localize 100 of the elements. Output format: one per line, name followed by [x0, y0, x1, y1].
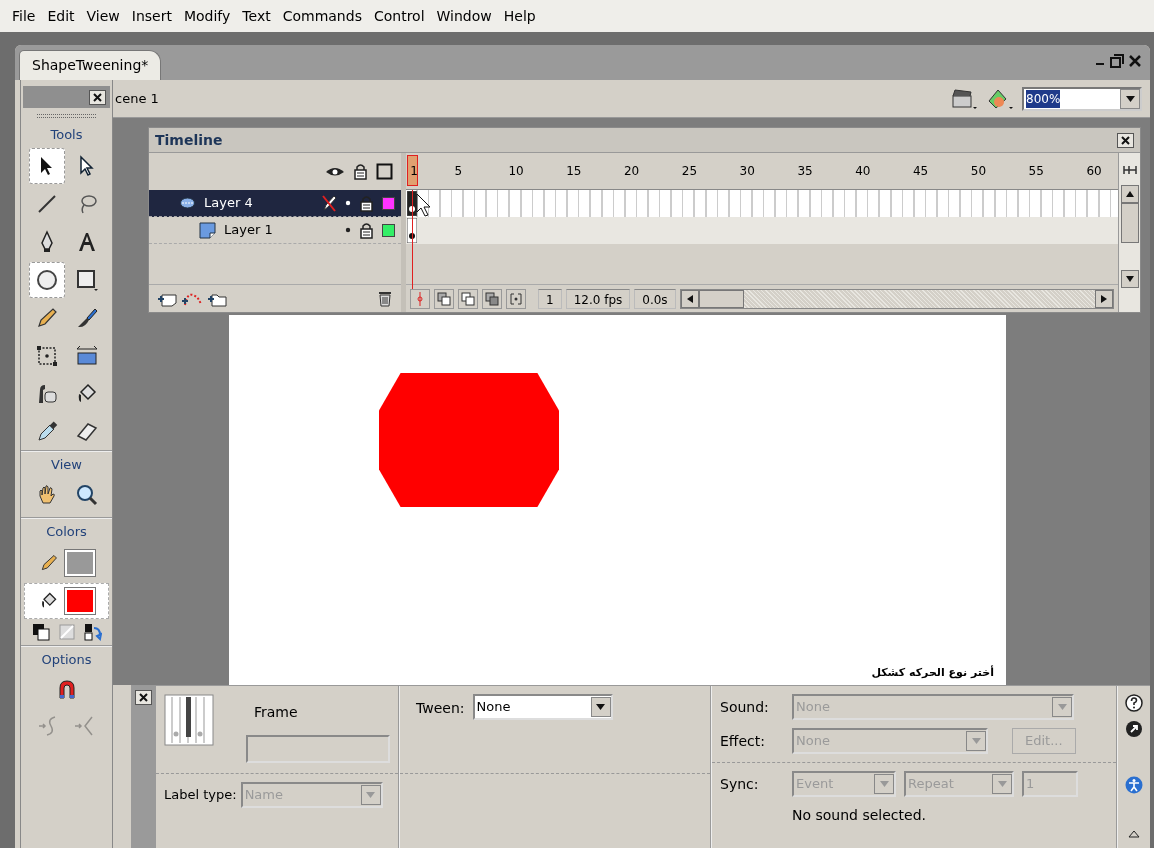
- layer-name: Layer 4: [204, 194, 253, 213]
- close-button[interactable]: [135, 690, 152, 705]
- close-button[interactable]: [1117, 132, 1134, 148]
- field-label: Frame: [254, 703, 299, 722]
- tween-dropdown[interactable]: None: [472, 694, 613, 720]
- frame-number: 35: [797, 163, 813, 180]
- onion-markers-icon[interactable]: [506, 288, 526, 309]
- field-label: Sync:: [720, 774, 760, 794]
- trash-icon[interactable]: [377, 290, 393, 307]
- scene-label: cene 1: [115, 89, 159, 108]
- lock-icon[interactable]: [353, 163, 368, 180]
- default-colors-icon[interactable]: [31, 622, 50, 641]
- menu-item[interactable]: Insert: [125, 0, 178, 33]
- close-icon[interactable]: [1128, 54, 1142, 68]
- edit-multiple-frames-icon[interactable]: [482, 288, 502, 309]
- timeline-center-icon[interactable]: [1121, 163, 1138, 177]
- dropdown-caret-icon[interactable]: [1125, 95, 1135, 102]
- layer-row[interactable]: Layer 1: [149, 217, 401, 244]
- expand-icon[interactable]: [1128, 830, 1140, 838]
- field-label: Tween:: [416, 699, 465, 718]
- close-button[interactable]: [89, 89, 106, 105]
- menu-item[interactable]: Text: [236, 0, 277, 33]
- close-icon: [139, 693, 148, 702]
- mouse-cursor-icon: [416, 193, 432, 217]
- panel-title: Timeline: [155, 130, 223, 150]
- layer-icon: [199, 221, 216, 239]
- menu-item[interactable]: Window: [430, 0, 498, 33]
- fill-color-row[interactable]: [24, 582, 109, 619]
- zoom-field[interactable]: 800%: [1022, 86, 1142, 111]
- menu-item[interactable]: File: [6, 0, 42, 33]
- dropdown-caret-icon[interactable]: [596, 704, 605, 710]
- frame-number: 55: [1028, 163, 1044, 180]
- scroll-down-icon[interactable]: [1125, 276, 1134, 282]
- layer-color-square[interactable]: [382, 196, 395, 210]
- frame-label-field[interactable]: [246, 735, 390, 763]
- close-icon: [93, 92, 102, 102]
- frame-number: 1: [410, 163, 418, 180]
- outline-icon[interactable]: [376, 163, 393, 180]
- field-label: Label type:: [164, 786, 237, 805]
- panel-grip[interactable]: [37, 114, 96, 118]
- horizontal-scrollbar[interactable]: [679, 288, 1114, 309]
- menu-item[interactable]: Modify: [177, 0, 237, 33]
- layer-name: Layer 1: [224, 221, 273, 240]
- section-title: View: [50, 455, 83, 474]
- clapperboard-icon[interactable]: [950, 86, 978, 111]
- field-label: Effect:: [720, 731, 766, 751]
- gradient-transform-icon: [74, 343, 99, 368]
- scroll-thumb[interactable]: [698, 289, 744, 308]
- frame-number: 30: [739, 163, 755, 180]
- oval-tool-icon: [34, 267, 59, 292]
- menu-item[interactable]: Edit: [41, 0, 81, 33]
- scroll-right-icon[interactable]: [1101, 294, 1107, 303]
- menu-item[interactable]: Commands: [276, 0, 368, 33]
- lock-icon[interactable]: [359, 194, 374, 212]
- frame-number: 50: [970, 163, 987, 180]
- fill-color-swatch[interactable]: [64, 587, 95, 614]
- arrow-pointer-tool[interactable]: [28, 147, 65, 184]
- center-frame-icon[interactable]: [410, 288, 430, 309]
- oval-tool-tool[interactable]: [28, 261, 65, 298]
- menu-item[interactable]: Control: [367, 0, 431, 33]
- frame-track[interactable]: [406, 190, 1118, 217]
- scroll-up-icon[interactable]: [1125, 191, 1134, 197]
- frame-number: 45: [913, 163, 929, 180]
- scroll-left-icon[interactable]: [686, 294, 693, 303]
- frame-number: 40: [855, 163, 871, 180]
- menu-item[interactable]: View: [80, 0, 126, 33]
- frame-number: 5: [454, 163, 463, 180]
- menu-item[interactable]: Help: [497, 0, 542, 33]
- frame-properties-icon: [164, 694, 214, 746]
- restore-icon[interactable]: [1110, 54, 1124, 68]
- section-title: Options: [40, 650, 93, 669]
- onion-outline-icon[interactable]: [458, 288, 478, 309]
- frame-track[interactable]: [406, 217, 1118, 244]
- elapsed-time: 0.0s: [634, 288, 676, 309]
- stroke-color-swatch[interactable]: [64, 549, 95, 576]
- swap-colors-icon[interactable]: [83, 622, 102, 641]
- current-frame: 1: [538, 288, 562, 309]
- transform-box-icon: [34, 343, 59, 368]
- no-color-icon[interactable]: [57, 622, 76, 641]
- layer-color-square[interactable]: [382, 223, 395, 237]
- onion-skin-icon[interactable]: [434, 288, 454, 309]
- accessibility-icon[interactable]: [1125, 776, 1143, 794]
- frame-number: 25: [681, 163, 698, 180]
- section-title: Tools: [49, 126, 84, 144]
- visible-dot-icon[interactable]: [345, 200, 351, 206]
- document-tab[interactable]: ShapeTweening*: [19, 50, 162, 80]
- stage-caption: أختر نوع الحركه كشكل: [871, 664, 994, 681]
- lock-icon[interactable]: [359, 221, 374, 239]
- help-icon[interactable]: [1125, 694, 1143, 712]
- close-icon: [1121, 135, 1130, 145]
- external-link-icon[interactable]: [1125, 720, 1143, 738]
- scroll-thumb[interactable]: [1120, 203, 1139, 243]
- layer-row[interactable]: Layer 4: [149, 190, 401, 217]
- playhead[interactable]: [407, 155, 418, 186]
- visible-dot-icon[interactable]: [345, 227, 351, 233]
- search-icon: [74, 483, 99, 507]
- frame-number: 10: [508, 163, 524, 180]
- frame-number: 20: [624, 163, 640, 180]
- frame-number: 60: [1086, 163, 1102, 180]
- guide-layer-icon: [179, 196, 196, 210]
